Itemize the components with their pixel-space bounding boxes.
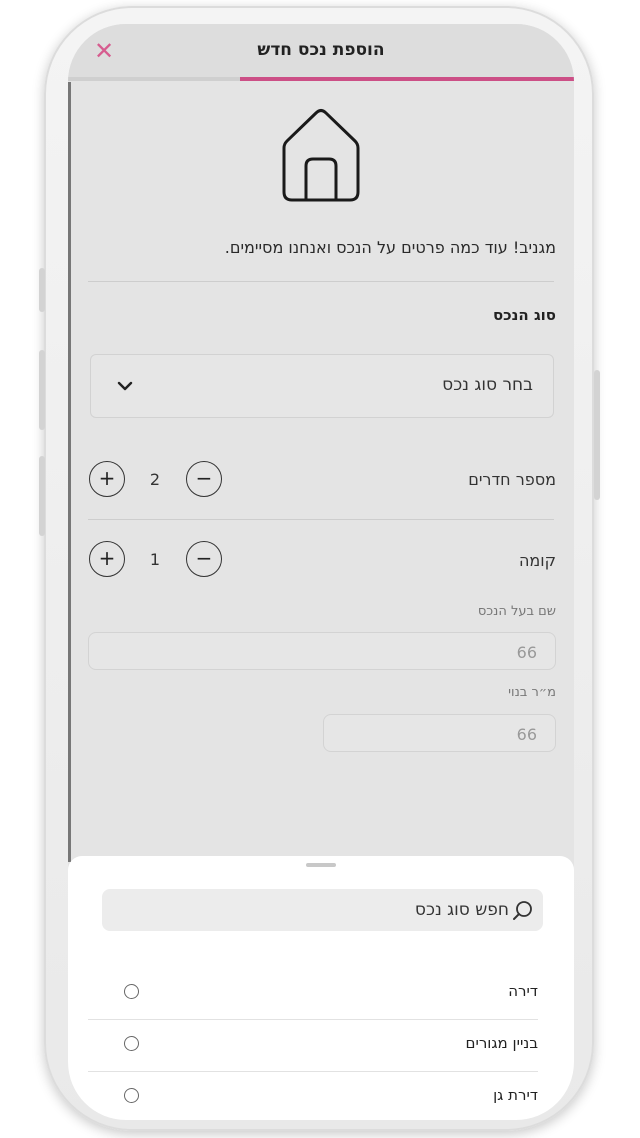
phone-side-button <box>39 268 45 312</box>
search-icon <box>511 899 535 927</box>
option-residential-building[interactable]: בניין מגורים <box>88 1020 538 1072</box>
property-type-select[interactable]: בחר סוג נכס <box>90 354 554 418</box>
option-apartment[interactable]: דירה <box>88 968 538 1020</box>
built-area-value: 66 <box>516 725 537 744</box>
rooms-value: 2 <box>149 470 161 489</box>
floor-decrement-button[interactable]: − <box>186 541 222 577</box>
sheet-drag-handle[interactable] <box>306 863 336 867</box>
radio-button[interactable] <box>124 1036 139 1051</box>
area-label: מ״ר בנוי <box>508 685 556 700</box>
rooms-decrement-button[interactable]: − <box>186 461 222 497</box>
owner-label: שם בעל הנכס <box>477 604 556 619</box>
property-type-bottom-sheet: חפש סוג נכס דירה בניין מגורים דירת גן <box>68 856 574 1120</box>
phone-side-button <box>39 456 45 536</box>
option-label: בניין מגורים <box>465 1034 538 1052</box>
owner-name-field[interactable]: 66 <box>88 632 556 670</box>
floor-value: 1 <box>149 550 161 569</box>
built-area-field[interactable]: 66 <box>323 714 556 752</box>
header: ✕ הוספת נכס חדש <box>68 24 574 81</box>
divider <box>88 281 554 282</box>
chevron-down-icon <box>117 377 133 396</box>
property-type-select-value: בחר סוג נכס <box>442 375 533 395</box>
progress-bar <box>68 77 574 81</box>
app-screen: ✕ הוספת נכס חדש מגניב! עוד כמה פרטים על … <box>68 24 574 1120</box>
home-icon <box>273 106 369 210</box>
scrollbar <box>68 82 71 862</box>
option-label: דירה <box>508 982 538 1000</box>
option-garden-apartment[interactable]: דירת גן <box>88 1072 538 1120</box>
page-title: הוספת נכס חדש <box>257 40 385 60</box>
floor-increment-button[interactable]: + <box>89 541 125 577</box>
progress-bar-fill <box>240 77 574 81</box>
rooms-increment-button[interactable]: + <box>89 461 125 497</box>
radio-button[interactable] <box>124 1088 139 1103</box>
divider <box>88 519 554 520</box>
radio-button[interactable] <box>124 984 139 999</box>
search-input[interactable]: חפש סוג נכס <box>102 889 543 931</box>
phone-side-button <box>594 370 600 500</box>
option-label: דירת גן <box>493 1086 538 1104</box>
search-placeholder: חפש סוג נכס <box>414 900 509 920</box>
rooms-label: מספר חדרים <box>468 470 556 489</box>
property-type-label: סוג הנכס <box>492 306 556 324</box>
intro-message: מגניב! עוד כמה פרטים על הנכס ואנחנו מסיי… <box>224 238 556 257</box>
floor-label: קומה <box>518 551 556 570</box>
phone-side-button <box>39 350 45 430</box>
owner-name-value: 66 <box>516 643 537 662</box>
